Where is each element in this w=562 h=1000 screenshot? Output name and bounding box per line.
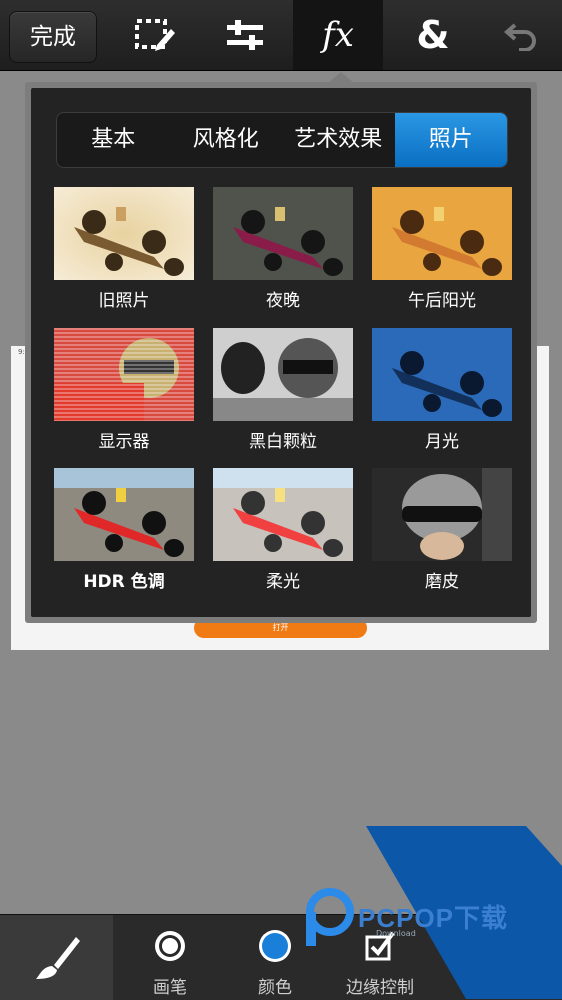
effect-monitor[interactable]: [54, 328, 194, 421]
effect-label-hdr: HDR 色调: [83, 572, 165, 592]
effect-old-photo[interactable]: [54, 187, 194, 280]
effects-tool[interactable]: fx: [293, 0, 383, 70]
selection-tool[interactable]: [110, 0, 200, 70]
undo-button[interactable]: [480, 0, 562, 70]
effect-label-smooth-skin: 磨皮: [425, 572, 459, 592]
color-swatch-icon: [259, 930, 291, 962]
brush-size-tool[interactable]: 画笔: [115, 915, 225, 1000]
text-tool[interactable]: &: [388, 0, 478, 70]
race-car-thumbnail: [372, 328, 512, 421]
effect-afternoon-sun[interactable]: [372, 187, 512, 280]
effect-label-bw-grain: 黑白颗粒: [249, 432, 317, 452]
race-car-thumbnail: [372, 187, 512, 280]
brush-icon: [35, 936, 80, 979]
top-toolbar: 完成 fx &: [0, 0, 562, 71]
watermark-logo: [306, 888, 354, 946]
effect-label-moonlight: 月光: [425, 432, 459, 452]
done-button[interactable]: 完成: [9, 11, 97, 63]
effect-moonlight[interactable]: [372, 328, 512, 421]
effect-label-old-photo: 旧照片: [98, 291, 150, 311]
adjust-tool[interactable]: [200, 0, 290, 70]
undo-icon: [503, 23, 536, 51]
effect-label-monitor: 显示器: [98, 432, 150, 452]
tab-basic[interactable]: 基本: [57, 113, 170, 167]
effect-smooth-skin[interactable]: [372, 468, 512, 561]
effect-bw-grain[interactable]: [213, 328, 353, 421]
brush-mode-button[interactable]: [0, 915, 113, 1000]
effect-soft-light[interactable]: [213, 468, 353, 561]
effects-tabs: 基本 风格化 艺术效果 照片: [56, 112, 508, 168]
portrait-thumbnail: [372, 468, 512, 561]
brush-size-icon: [155, 931, 185, 961]
ampersand-icon: &: [416, 13, 450, 57]
effect-label-soft-light: 柔光: [266, 572, 300, 592]
race-car-thumbnail: [213, 187, 353, 280]
effect-label-afternoon-sun: 午后阳光: [408, 291, 476, 311]
watermark-subtext: Download: [376, 929, 416, 938]
adjust-sliders-icon: [227, 20, 263, 50]
effect-label-night: 夜晚: [266, 291, 300, 311]
effect-hdr[interactable]: [54, 468, 194, 561]
tab-photo[interactable]: 照片: [394, 113, 507, 167]
bw-grain-thumbnail: [213, 328, 353, 421]
tab-artistic[interactable]: 艺术效果: [282, 113, 395, 167]
effect-night[interactable]: [213, 187, 353, 280]
race-car-thumbnail: [54, 468, 194, 561]
race-car-thumbnail: [213, 468, 353, 561]
selection-icon: [135, 19, 175, 51]
brush-size-label: 画笔: [153, 978, 187, 998]
fx-icon: fx: [322, 15, 354, 55]
color-label: 颜色: [258, 978, 292, 998]
tab-stylize[interactable]: 风格化: [170, 113, 283, 167]
race-car-thumbnail: [54, 187, 194, 280]
monitor-thumbnail: [54, 328, 194, 421]
